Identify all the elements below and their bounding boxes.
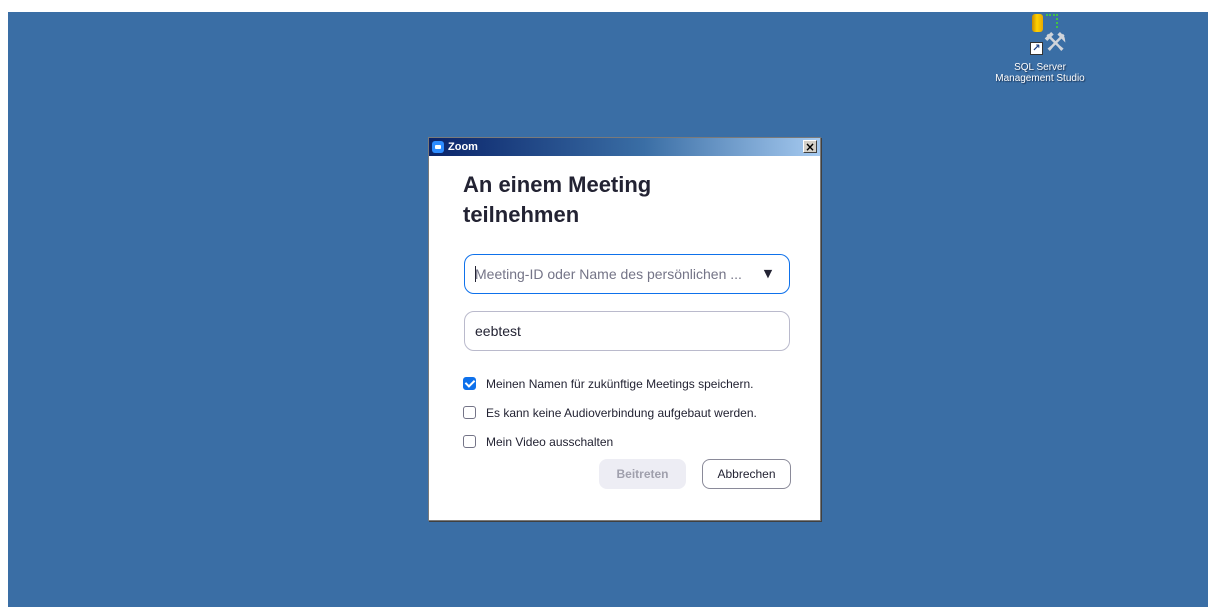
remember-name-checkbox[interactable] [463,377,476,390]
sql-server-management-studio-shortcut[interactable]: ⚒ ↗ SQL Server Management Studio [988,12,1092,84]
meeting-id-combobox[interactable]: ▼ [464,254,790,294]
shortcut-arrow-icon: ↗ [1030,42,1043,55]
close-button[interactable]: × [803,140,817,153]
dialog-title: Zoom [448,141,478,153]
page-title-line1: An einem Meeting [463,172,652,197]
page-title-line2: teilnehmen [463,202,580,227]
name-field[interactable] [464,311,790,351]
options-list: Meinen Namen für zukünftige Meetings spe… [463,369,813,456]
cancel-button[interactable]: Abbrechen [702,459,791,489]
dialog-titlebar[interactable]: Zoom × [429,138,820,156]
sql-server-management-studio-icon: ⚒ ↗ [1010,12,1070,62]
video-off-option[interactable]: Mein Video ausschalten [463,427,813,456]
no-audio-checkbox[interactable] [463,406,476,419]
zoom-join-dialog: Zoom × An einem Meeting teilnehmen ▼ Mei… [428,137,821,521]
tools-icon: ⚒ [1043,28,1067,58]
desktop-icon-label-line1: SQL Server [1014,62,1066,73]
join-button[interactable]: Beitreten [599,459,686,489]
video-off-checkbox[interactable] [463,435,476,448]
no-audio-option[interactable]: Es kann keine Audioverbindung aufgebaut … [463,398,813,427]
zoom-logo-icon [432,141,444,153]
page-title: An einem Meeting teilnehmen [463,170,793,230]
desktop-icon-label-line2: Management Studio [995,73,1085,84]
remember-name-label[interactable]: Meinen Namen für zukünftige Meetings spe… [486,377,753,391]
selection-dots-icon [1046,14,1058,28]
chevron-down-icon[interactable]: ▼ [761,268,775,280]
no-audio-label[interactable]: Es kann keine Audioverbindung aufgebaut … [486,406,757,420]
meeting-id-input[interactable] [475,255,751,293]
desktop-icon-label: SQL Server Management Studio [988,62,1092,84]
text-cursor [475,266,476,282]
video-off-label[interactable]: Mein Video ausschalten [486,435,613,449]
name-input[interactable] [475,312,751,350]
close-icon: × [804,140,816,154]
remember-name-option[interactable]: Meinen Namen für zukünftige Meetings spe… [463,369,813,398]
